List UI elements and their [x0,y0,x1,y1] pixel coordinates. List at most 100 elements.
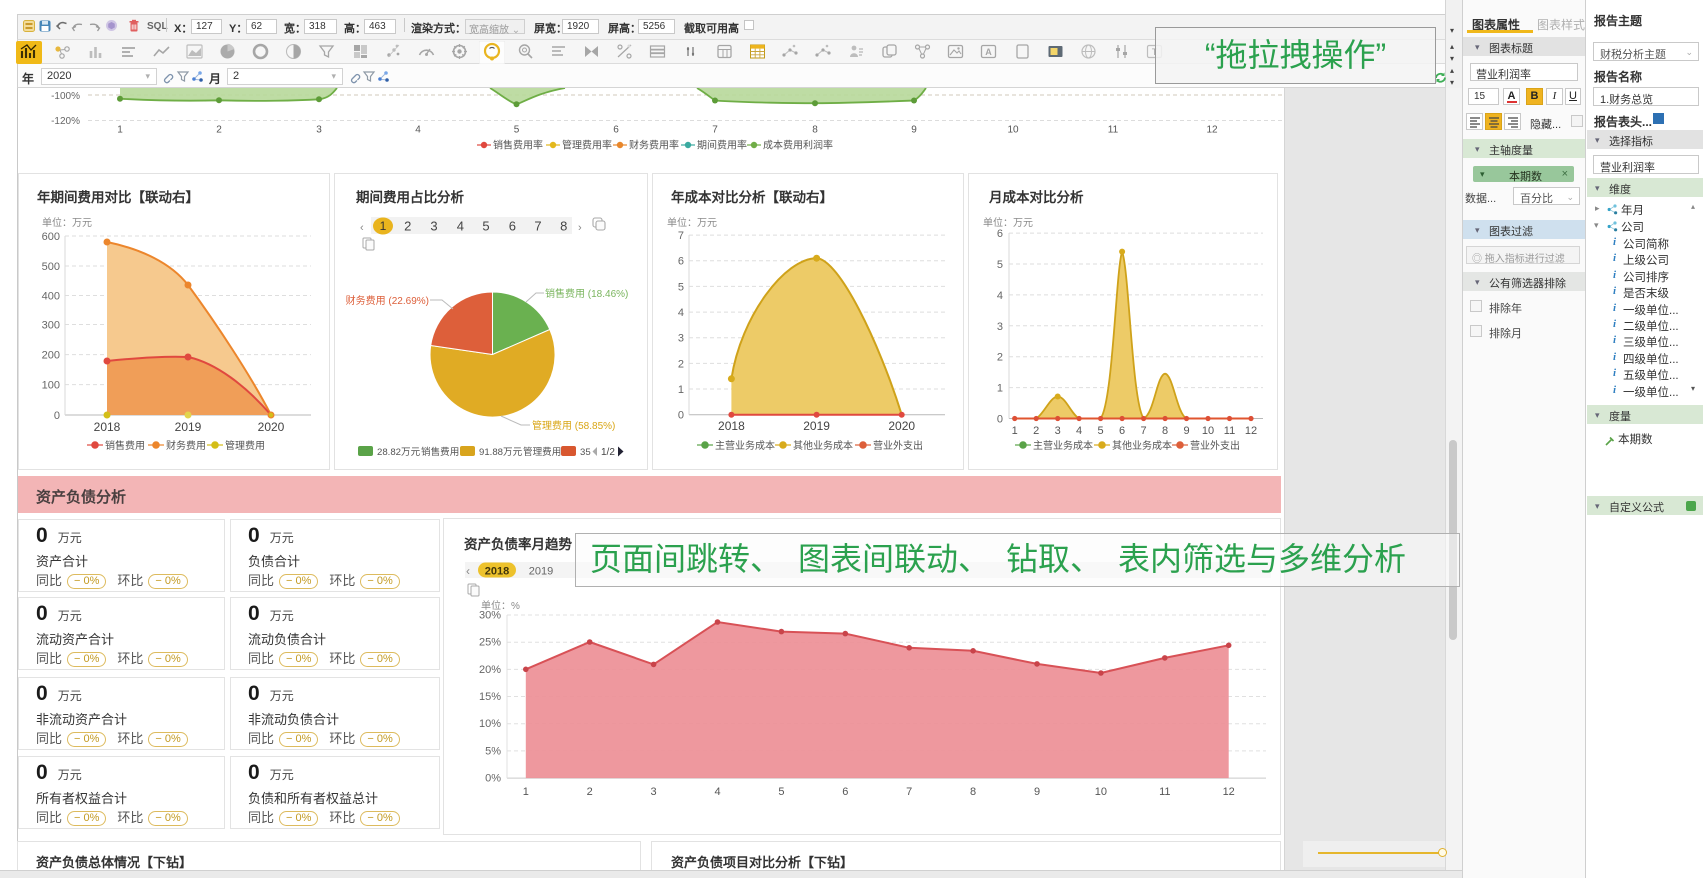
svg-text:6: 6 [678,256,684,268]
svg-text:25%: 25% [479,637,501,649]
svg-text:5: 5 [482,219,489,234]
svg-text:8: 8 [1162,425,1168,437]
svg-text:财务费用: 财务费用 [166,439,206,452]
svg-text:2018: 2018 [718,419,745,433]
svg-text:0%: 0% [485,773,501,785]
svg-text:8: 8 [812,125,818,136]
svg-text:12: 12 [1206,125,1218,136]
svg-text:1/2: 1/2 [601,447,615,458]
svg-text:管理费用: 管理费用 [523,446,561,458]
svg-text:3: 3 [1055,425,1061,437]
svg-text:‹: ‹ [360,222,364,234]
svg-text:100: 100 [42,380,60,392]
svg-text:5: 5 [997,259,1003,271]
svg-text:2020: 2020 [888,419,915,433]
svg-text:8: 8 [970,786,976,798]
svg-text:成本费用利润率: 成本费用利润率 [763,139,833,152]
svg-text:2: 2 [997,352,1003,364]
svg-text:1: 1 [678,384,684,396]
svg-text:A: A [985,47,992,57]
svg-text:0: 0 [997,414,1003,426]
svg-text:2: 2 [587,786,593,798]
svg-text:11: 11 [1224,425,1235,437]
svg-text:1: 1 [523,786,529,798]
svg-text:10: 10 [1095,786,1107,798]
svg-text:管理费用率: 管理费用率 [562,139,612,152]
svg-text:2: 2 [216,125,222,136]
svg-text:300: 300 [42,320,60,332]
svg-text:20%: 20% [479,664,501,676]
svg-text:其他业务成本: 其他业务成本 [793,439,853,452]
svg-text:15%: 15% [479,691,501,703]
svg-text:10: 10 [1007,125,1019,136]
svg-text:主营业务成本: 主营业务成本 [1033,439,1093,452]
svg-text:7: 7 [906,786,912,798]
svg-text:其他业务成本: 其他业务成本 [1112,439,1172,452]
svg-text:期间费用率: 期间费用率 [697,139,747,152]
svg-text:期间费用占比分析: 期间费用占比分析 [356,189,464,205]
svg-text:9: 9 [1034,786,1040,798]
svg-text:1: 1 [1012,425,1018,437]
svg-text:10%: 10% [479,718,501,730]
svg-text:销售费用 (18.46%): 销售费用 (18.46%) [545,287,628,300]
svg-text:单位：万元: 单位：万元 [983,216,1033,229]
svg-text:600: 600 [42,231,60,243]
svg-text:0: 0 [54,410,60,422]
svg-text:2018: 2018 [94,420,121,434]
svg-text:4: 4 [997,290,1003,302]
svg-text:5: 5 [514,125,520,136]
svg-text:单位：万元: 单位：万元 [42,216,92,229]
svg-text:资产负债率月趋势: 资产负债率月趋势 [464,536,572,552]
svg-text:主营业务成本: 主营业务成本 [715,439,775,452]
svg-text:财务费用 (22.69%): 财务费用 (22.69%) [346,294,429,307]
svg-text:7: 7 [712,125,718,136]
svg-text:2: 2 [1033,425,1039,437]
svg-text:1: 1 [380,219,387,233]
svg-text:6: 6 [509,219,516,234]
svg-text:11: 11 [1159,786,1170,798]
svg-text:1: 1 [117,125,123,136]
svg-text:12: 12 [1245,425,1257,437]
svg-text:3: 3 [997,321,1003,333]
svg-text:2020: 2020 [258,420,285,434]
svg-text:3: 3 [678,333,684,345]
svg-text:3: 3 [316,125,322,136]
svg-text:6: 6 [1119,425,1125,437]
svg-text:5: 5 [778,786,784,798]
svg-text:5: 5 [1098,425,1104,437]
svg-text:4: 4 [457,219,464,234]
svg-text:单位：万元: 单位：万元 [667,216,717,229]
svg-text:7: 7 [534,219,541,234]
svg-text:1: 1 [997,383,1003,395]
svg-text:-100%: -100% [51,91,80,102]
svg-text:2019: 2019 [529,566,553,578]
svg-text:4: 4 [678,307,684,319]
svg-text:400: 400 [42,291,60,303]
svg-text:管理费用: 管理费用 [225,439,265,452]
svg-text:4: 4 [415,125,421,136]
svg-text:2019: 2019 [803,419,830,433]
svg-text:500: 500 [42,261,60,273]
svg-text:年成本对比分析【联动右】: 年成本对比分析【联动右】 [671,189,833,205]
svg-text:管理费用 (58.85%): 管理费用 (58.85%) [532,419,615,432]
svg-text:-120%: -120% [51,116,80,127]
svg-text:营业外支出: 营业外支出 [873,439,923,452]
svg-text:5%: 5% [485,745,501,757]
svg-text:3: 3 [430,219,437,234]
svg-text:销售费用: 销售费用 [105,439,145,452]
svg-text:11: 11 [1108,125,1119,136]
svg-text:年期间费用对比【联动右】: 年期间费用对比【联动右】 [37,189,199,205]
svg-text:12: 12 [1223,786,1235,798]
svg-text:2: 2 [404,219,411,234]
svg-text:2: 2 [678,358,684,370]
svg-text:0: 0 [678,410,684,422]
svg-text:销售费用率: 销售费用率 [493,139,543,152]
svg-text:财务费用率: 财务费用率 [629,139,679,152]
svg-text:›: › [578,222,582,234]
svg-text:91.88万元: 91.88万元 [479,447,523,458]
svg-text:200: 200 [42,350,60,362]
svg-text:月成本对比分析: 月成本对比分析 [988,189,1084,205]
svg-text:3: 3 [651,786,657,798]
svg-text:8: 8 [560,219,567,234]
svg-text:10: 10 [1202,425,1214,437]
